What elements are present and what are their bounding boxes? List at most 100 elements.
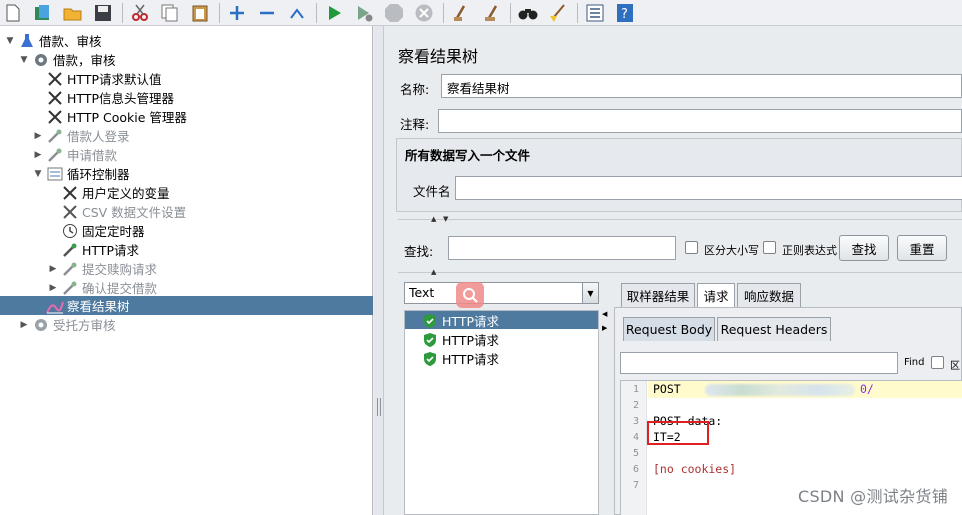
- chart-icon: [46, 297, 64, 314]
- tree-node-label: 借款人登录: [67, 129, 130, 144]
- toggle-icon[interactable]: [286, 2, 308, 24]
- tree-node-confirm-loan[interactable]: ▶ 确认提交借款: [47, 278, 157, 297]
- down-arrow-icon[interactable]: ▼: [443, 215, 448, 223]
- clear-icon[interactable]: [450, 2, 472, 24]
- toolbar-separator: [122, 2, 123, 23]
- sample-item[interactable]: HTTP请求: [405, 311, 598, 329]
- find-option-checkbox[interactable]: [931, 356, 944, 369]
- find-label: Find: [904, 357, 925, 368]
- gear-icon: [32, 51, 50, 68]
- shutdown-icon[interactable]: [413, 2, 435, 24]
- toolbar-separator: [510, 2, 511, 23]
- main-splitter[interactable]: [374, 26, 384, 515]
- up-arrow-icon[interactable]: ▲: [431, 215, 436, 223]
- stop-icon[interactable]: [383, 2, 405, 24]
- find-button[interactable]: 查找: [839, 235, 889, 261]
- open-icon[interactable]: [62, 2, 84, 24]
- toolbar-separator: [443, 2, 444, 23]
- case-sensitive-checkbox[interactable]: [685, 241, 698, 254]
- sample-item[interactable]: HTTP请求: [405, 349, 499, 367]
- function-helper-icon[interactable]: [584, 2, 606, 24]
- renderer-select[interactable]: Text ▼: [404, 282, 599, 304]
- tree-node-label: 固定定时器: [82, 224, 145, 239]
- tree-node-submit-purchase[interactable]: ▶ 提交赎购请求: [47, 259, 157, 278]
- tree-node-group[interactable]: ▼ 借款，审核: [18, 50, 116, 69]
- expand-arrow-icon[interactable]: ▶: [32, 130, 44, 142]
- search-input[interactable]: [448, 236, 676, 260]
- left-arrow-icon[interactable]: ◀: [602, 310, 607, 318]
- tree-node-root[interactable]: ▼ 借款、审核: [4, 31, 102, 50]
- up-arrow-icon[interactable]: ▲: [431, 268, 436, 276]
- templates-icon[interactable]: [32, 2, 54, 24]
- tab-request-body[interactable]: Request Body: [623, 317, 715, 341]
- collapse-arrow-icon[interactable]: ▼: [4, 35, 16, 47]
- reset-button[interactable]: 重置: [897, 235, 947, 261]
- tab-sampler-result[interactable]: 取样器结果: [621, 283, 695, 307]
- tab-response-data[interactable]: 响应数据: [737, 283, 801, 307]
- collapse-divider[interactable]: ▲ ▼: [398, 215, 962, 224]
- search-label: 查找:: [404, 244, 434, 259]
- body-find-input[interactable]: [620, 352, 898, 374]
- collapse-arrow-icon[interactable]: ▼: [32, 168, 44, 180]
- search-icon[interactable]: [517, 2, 539, 24]
- tree-node-user-variables[interactable]: 用户定义的变量: [61, 183, 170, 202]
- test-plan-tree[interactable]: ▼ 借款、审核 ▼ 借款，审核 HTTP请求默认值 HTTP信息头管理器 HTT…: [0, 26, 373, 515]
- line-number: 3: [632, 416, 639, 427]
- tree-node-http-request[interactable]: HTTP请求: [61, 240, 139, 259]
- tree-node-view-results-tree[interactable]: 察看结果树: [0, 296, 373, 315]
- tree-node-cookie-manager[interactable]: HTTP Cookie 管理器: [46, 107, 187, 126]
- paste-icon[interactable]: [189, 2, 211, 24]
- tree-node-loop-controller[interactable]: ▼ 循环控制器: [32, 164, 130, 183]
- regex-checkbox[interactable]: [763, 241, 776, 254]
- collapse-divider[interactable]: ▲: [398, 268, 962, 277]
- collapse-arrow-icon[interactable]: ▼: [18, 54, 30, 66]
- start-icon[interactable]: [323, 2, 345, 24]
- comment-field[interactable]: [438, 109, 962, 133]
- help-icon[interactable]: ?: [614, 2, 636, 24]
- expand-arrow-icon[interactable]: ▶: [47, 263, 59, 275]
- tree-node-http-defaults[interactable]: HTTP请求默认值: [46, 69, 162, 88]
- tree-node-constant-timer[interactable]: 固定定时器: [61, 221, 145, 240]
- expand-arrow-icon[interactable]: ▶: [18, 319, 30, 331]
- results-splitter[interactable]: ◀ ▶: [601, 310, 609, 515]
- toolbar-separator: [219, 2, 220, 23]
- line-number-gutter: 1 2 3 4 5 6 7: [621, 381, 647, 515]
- expand-icon[interactable]: [226, 2, 248, 24]
- expand-arrow-icon[interactable]: ▶: [32, 149, 44, 161]
- line-number: 5: [632, 448, 639, 459]
- collapse-icon[interactable]: [256, 2, 278, 24]
- tree-node-label: 察看结果树: [67, 299, 130, 314]
- chevron-down-icon[interactable]: ▼: [582, 283, 598, 303]
- toolbar-separator: [316, 2, 317, 23]
- clear-all-icon[interactable]: [480, 2, 502, 24]
- right-arrow-icon[interactable]: ▶: [602, 324, 607, 332]
- new-icon[interactable]: [2, 2, 24, 24]
- sample-item[interactable]: HTTP请求: [405, 330, 499, 348]
- splitter-grip[interactable]: [377, 398, 381, 416]
- tab-request-headers[interactable]: Request Headers: [717, 317, 831, 341]
- name-field[interactable]: 察看结果树: [441, 74, 962, 98]
- copy-icon[interactable]: [159, 2, 181, 24]
- tree-node-trustee-review[interactable]: ▶ 受托方审核: [18, 315, 116, 334]
- wrench-icon: [61, 203, 79, 220]
- tree-node-apply-loan[interactable]: ▶ 申请借款: [32, 145, 117, 164]
- start-no-pause-icon[interactable]: [353, 2, 375, 24]
- tree-node-label: CSV 数据文件设置: [82, 205, 187, 220]
- case-sensitive-label: 区分大小写: [704, 244, 759, 257]
- tree-node-csv-config[interactable]: CSV 数据文件设置: [61, 202, 186, 221]
- filename-field[interactable]: [455, 176, 962, 200]
- loop-icon: [46, 165, 64, 182]
- view-results-tree-panel: 察看结果树 名称: 察看结果树 注释: 所有数据写入一个文件 文件名 ▲ ▼ 查…: [386, 26, 962, 515]
- tree-node-label: 循环控制器: [67, 167, 130, 182]
- cut-icon[interactable]: [129, 2, 151, 24]
- tree-node-borrower-login[interactable]: ▶ 借款人登录: [32, 126, 130, 145]
- sample-label: HTTP请求: [442, 351, 499, 367]
- reset-search-icon[interactable]: [547, 2, 569, 24]
- tree-node-label: 用户定义的变量: [82, 186, 170, 201]
- sample-list[interactable]: HTTP请求 HTTP请求 HTTP请求: [404, 310, 599, 515]
- save-icon[interactable]: [92, 2, 114, 24]
- expand-arrow-icon[interactable]: ▶: [47, 282, 59, 294]
- tab-request[interactable]: 请求: [697, 283, 735, 307]
- tree-node-label: 借款，审核: [53, 53, 116, 68]
- tree-node-header-manager[interactable]: HTTP信息头管理器: [46, 88, 174, 107]
